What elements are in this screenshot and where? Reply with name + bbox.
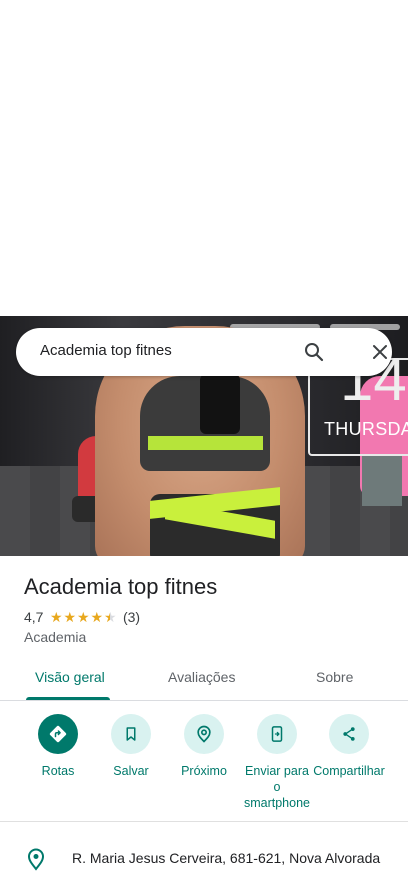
address-text[interactable]: R. Maria Jesus Cerveira, 681-621, Nova A… — [72, 847, 392, 872]
star-icon: ★ — [76, 609, 90, 625]
location-pin-icon — [27, 848, 45, 871]
photo-phone — [200, 374, 240, 434]
star-half-icon: ★ — [103, 609, 117, 625]
search-input[interactable]: Academia top fitnes — [40, 342, 172, 359]
tab-reviews[interactable]: Avaliações — [168, 669, 235, 685]
photo-calendar-day: THURSDAY — [324, 419, 408, 439]
directions-button-circle[interactable] — [38, 714, 78, 754]
tab-bar: Visão geral Avaliações Sobre — [0, 656, 408, 701]
photo-background-person-legs — [362, 456, 402, 506]
nearby-label: Próximo — [181, 764, 227, 778]
rating-row[interactable]: 4,7 ★ ★ ★ ★ ★ (3) — [24, 609, 140, 625]
nearby-button[interactable]: Próximo — [167, 714, 241, 779]
tab-overview[interactable]: Visão geral — [35, 669, 105, 685]
send-to-phone-button-circle[interactable] — [257, 714, 297, 754]
star-icon: ★ — [90, 609, 103, 625]
review-count[interactable]: (3) — [123, 609, 140, 625]
save-button[interactable]: Salvar — [94, 714, 168, 779]
share-button[interactable]: Compartilhar — [312, 714, 386, 779]
search-icon[interactable] — [302, 340, 326, 364]
save-button-circle[interactable] — [111, 714, 151, 754]
section-divider — [0, 821, 408, 822]
directions-label: Rotas — [41, 764, 75, 778]
place-title: Academia top fitnes — [24, 574, 218, 599]
star-icon: ★ — [63, 609, 76, 625]
search-bar[interactable]: Academia top fitnes — [16, 328, 392, 376]
rating-value: 4,7 — [24, 609, 44, 625]
photo-band — [148, 436, 263, 450]
save-label: Salvar — [113, 764, 149, 778]
send-to-phone-button[interactable]: Enviar para o smartphone — [240, 714, 314, 811]
tab-about[interactable]: Sobre — [316, 669, 353, 685]
nearby-button-circle[interactable] — [184, 714, 224, 754]
star-icon: ★ — [49, 609, 63, 625]
directions-button[interactable]: Rotas — [21, 714, 95, 779]
place-category[interactable]: Academia — [24, 629, 86, 645]
bookmark-icon — [126, 727, 136, 741]
send-to-phone-icon — [271, 726, 283, 742]
share-button-circle[interactable] — [329, 714, 369, 754]
nearby-icon — [197, 725, 211, 743]
close-icon[interactable] — [368, 340, 392, 364]
share-icon — [343, 727, 355, 741]
share-label: Compartilhar — [313, 764, 385, 778]
directions-icon — [49, 725, 67, 743]
send-to-phone-label: Enviar para o smartphone — [243, 764, 310, 810]
rating-stars: ★ ★ ★ ★ ★ — [49, 610, 117, 624]
tab-active-indicator — [26, 697, 110, 700]
map-blank-area — [0, 0, 408, 316]
